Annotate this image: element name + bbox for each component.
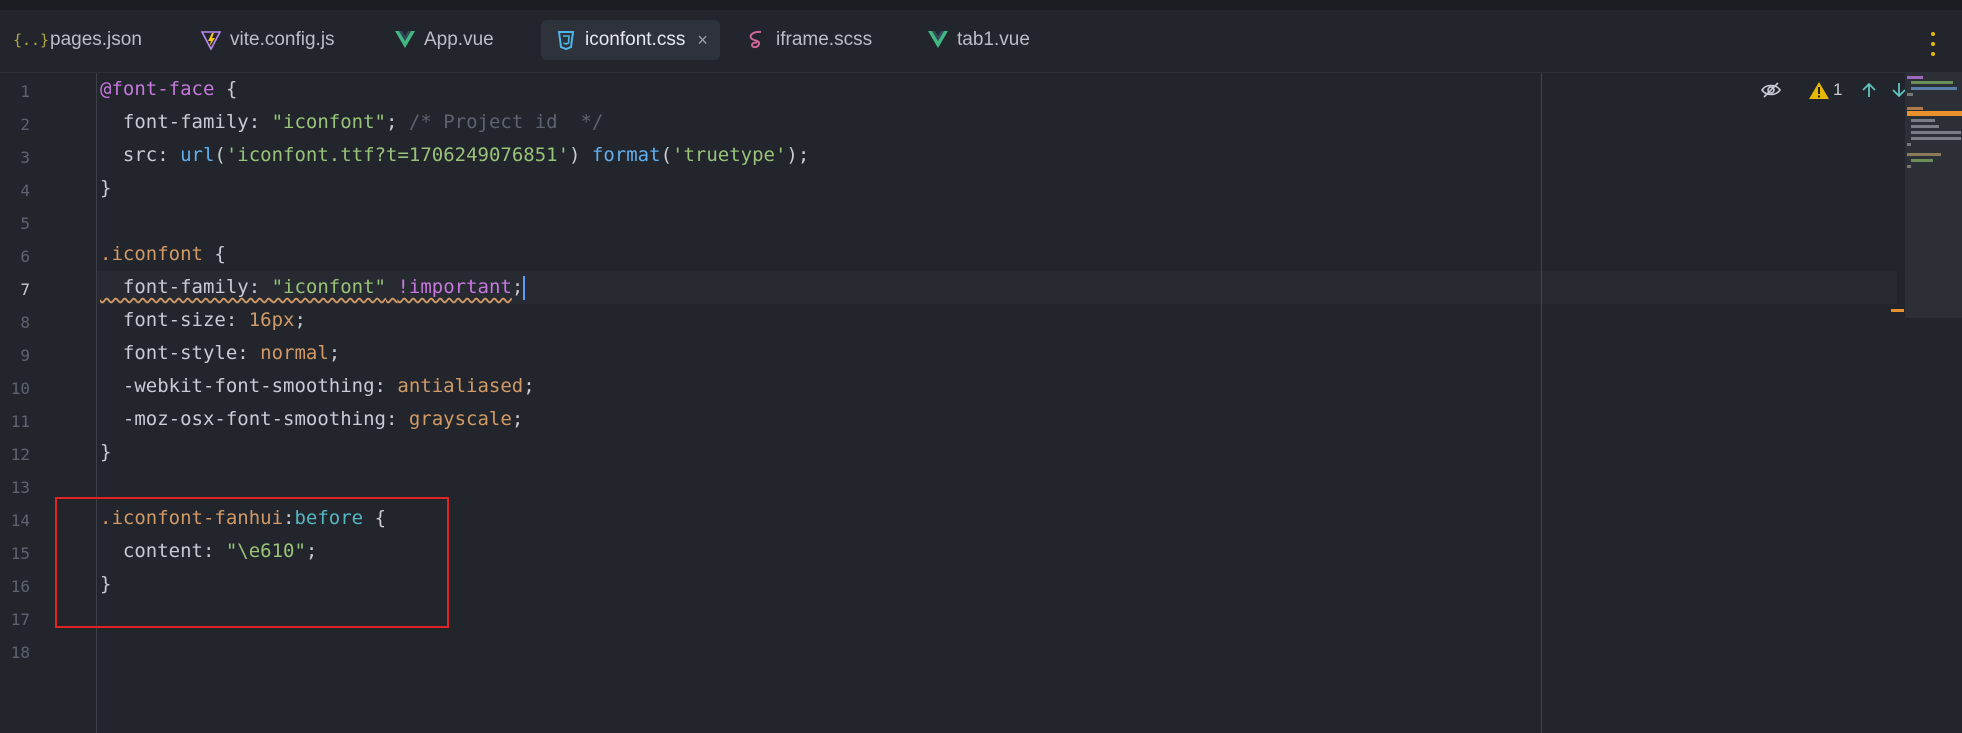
warning-squiggle: font-family: "iconfont" !important — [100, 276, 512, 298]
tab-tab1-vue[interactable]: tab1.vue — [913, 20, 1042, 60]
gutter-divider — [96, 73, 97, 733]
line-number: 3 — [20, 148, 30, 167]
css-icon — [553, 28, 579, 52]
window-top-strip — [0, 0, 1962, 10]
line-number: 13 — [10, 478, 30, 497]
line-number: 8 — [20, 313, 30, 332]
vite-icon — [198, 28, 224, 52]
code-line-6: .iconfont { — [100, 243, 226, 265]
code-line-1: @font-face { — [100, 78, 238, 100]
json-braces-icon: {..} — [12, 31, 50, 49]
line-number: 14 — [10, 511, 30, 530]
warning-scroll-marker[interactable] — [1891, 309, 1904, 312]
tab-pages-json[interactable]: {..} pages.json — [6, 20, 154, 60]
text-caret — [523, 275, 526, 300]
code-line-3: src: url('iconfont.ttf?t=1706249076851')… — [100, 144, 810, 166]
line-number: 2 — [20, 115, 30, 134]
line-number: 12 — [10, 445, 30, 464]
sass-icon — [744, 28, 770, 52]
warning-icon — [1809, 81, 1829, 99]
code-line-10: -webkit-font-smoothing: antialiased; — [100, 375, 535, 397]
editor-tab-bar: {..} pages.json vite.config.js App.vue i… — [0, 10, 1962, 73]
code-line-12: } — [100, 441, 112, 463]
line-number: 17 — [10, 610, 30, 629]
code-line-2: font-family: "iconfont"; /* Project id *… — [100, 111, 604, 133]
tab-label: vite.config.js — [230, 29, 335, 50]
line-number: 16 — [10, 577, 30, 596]
tab-label: tab1.vue — [957, 29, 1030, 50]
line-number: 1 — [20, 82, 30, 101]
line-number: 18 — [10, 643, 30, 662]
code-line-8: font-size: 16px; — [100, 309, 306, 331]
vue-icon — [925, 28, 951, 52]
warning-indicator[interactable]: 1 — [1808, 80, 1842, 100]
reader-mode-eye-icon[interactable] — [1760, 81, 1782, 99]
code-line-11: -moz-osx-font-smoothing: grayscale; — [100, 408, 524, 430]
close-tab-icon[interactable]: × — [697, 30, 708, 51]
line-number: 15 — [10, 544, 30, 563]
more-options-icon[interactable] — [1924, 32, 1942, 56]
tab-iconfont-css[interactable]: iconfont.css × — [541, 20, 720, 60]
tab-app-vue[interactable]: App.vue — [380, 20, 506, 60]
tab-label: pages.json — [50, 29, 142, 50]
warning-count: 1 — [1833, 80, 1843, 99]
line-number: 9 — [20, 346, 30, 365]
line-number: 5 — [20, 214, 30, 233]
highlight-annotation-box — [55, 497, 449, 628]
line-number: 10 — [10, 379, 30, 398]
tab-label: iconfont.css — [585, 29, 686, 50]
tab-vite-config[interactable]: vite.config.js — [186, 20, 347, 60]
tab-label: iframe.scss — [776, 29, 873, 50]
right-margin-guide — [1541, 73, 1542, 733]
line-number: 11 — [10, 412, 30, 431]
line-number: 4 — [20, 181, 30, 200]
code-line-7: font-family: "iconfont" !important; — [100, 275, 526, 300]
code-line-9: font-style: normal; — [100, 342, 341, 364]
code-line-4: } — [100, 177, 112, 199]
code-minimap[interactable] — [1905, 73, 1962, 318]
line-number: 6 — [20, 247, 30, 266]
line-number-current: 7 — [20, 280, 30, 299]
tab-iframe-scss[interactable]: iframe.scss — [732, 20, 884, 60]
previous-highlight-arrow-up-icon[interactable] — [1860, 81, 1878, 99]
inspection-widget: 1 — [1760, 80, 1908, 100]
vue-icon — [392, 28, 418, 52]
tab-label: App.vue — [424, 29, 494, 50]
